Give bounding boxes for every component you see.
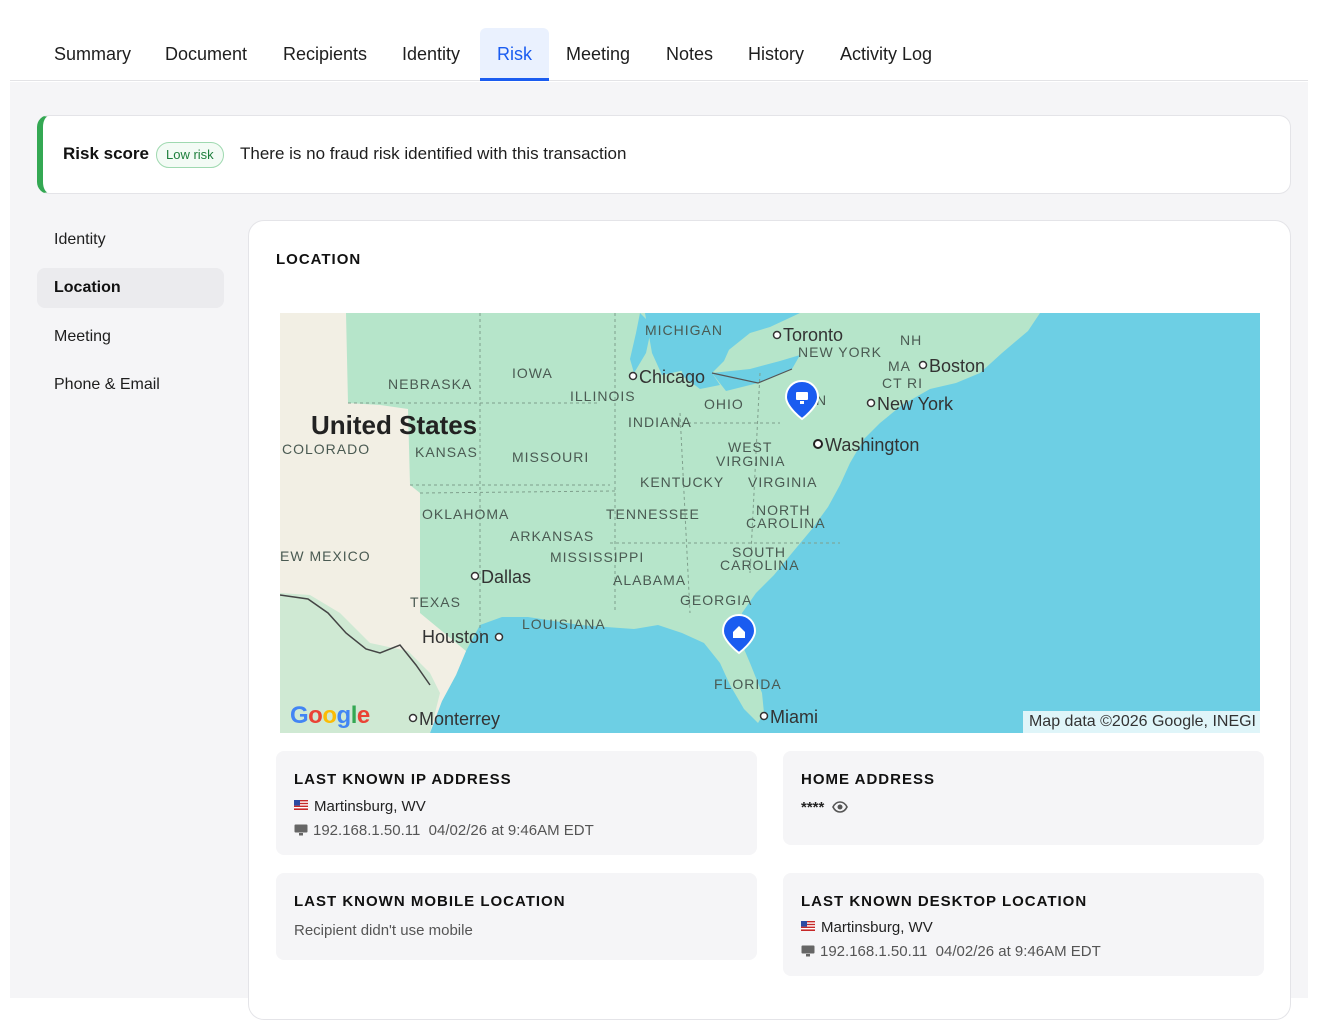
desktop-location-title: LAST KNOWN DESKTOP LOCATION — [801, 893, 1088, 910]
map-label-kentucky: KENTUCKY — [640, 474, 724, 490]
risk-score-title: Risk score — [63, 144, 149, 163]
tab-bar: Summary Document Recipients Identity Ris… — [10, 28, 1308, 81]
map-country-label: United States — [311, 410, 477, 440]
map-label-alabama: ALABAMA — [613, 572, 686, 588]
map-label-nebraska: NEBRASKA — [388, 376, 472, 392]
map-city-washington: Washington — [825, 435, 919, 455]
location-map[interactable]: MICHIGAN NEW YORK NH MA CT RI IOWA NEBRA… — [280, 313, 1260, 733]
map-label-iowa: IOWA — [512, 365, 553, 381]
map-label-colorado: COLORADO — [282, 441, 370, 457]
desktop-ip-value: 192.168.1.50.11 — [820, 943, 928, 960]
tab-summary[interactable]: Summary — [37, 28, 148, 81]
ip-address-title: LAST KNOWN IP ADDRESS — [294, 771, 512, 788]
us-flag-icon — [294, 800, 308, 810]
home-address-card: HOME ADDRESS **** — [783, 751, 1264, 845]
tab-recipients[interactable]: Recipients — [266, 28, 384, 81]
map-label-ma: MA — [888, 358, 911, 374]
desktop-timestamp: 04/02/26 at 9:46AM EDT — [935, 943, 1101, 960]
map-label-texas: TEXAS — [410, 594, 461, 610]
map-label-kansas: KANSAS — [415, 444, 478, 460]
sidebar-item-phone-email[interactable]: Phone & Email — [37, 365, 224, 405]
sidebar-item-identity[interactable]: Identity — [37, 220, 224, 260]
map-label-virginia: VIRGINIA — [748, 474, 817, 490]
map-label-ohio: OHIO — [704, 396, 744, 412]
map-city-dallas: Dallas — [481, 567, 531, 587]
desktop-location: Martinsburg, WV — [801, 919, 933, 936]
map-label-ct: CT — [882, 375, 903, 391]
map-label-georgia: GEORGIA — [680, 592, 752, 608]
map-label-new-mexico: EW MEXICO — [280, 548, 371, 564]
risk-message: There is no fraud risk identified with t… — [240, 144, 627, 163]
eye-icon[interactable] — [832, 799, 849, 815]
map-city-boston: Boston — [929, 356, 985, 376]
map-label-new-york-state: NEW YORK — [798, 344, 882, 360]
map-city-monterrey: Monterrey — [419, 709, 500, 729]
map-label-carolina-north: CAROLINA — [746, 515, 826, 531]
ip-address-card: LAST KNOWN IP ADDRESS Martinsburg, WV 19… — [276, 751, 757, 855]
desktop-device-line: 192.168.1.50.11 04/02/26 at 9:46AM EDT — [801, 943, 1101, 960]
map-label-indiana: INDIANA — [628, 414, 692, 430]
ip-device-line: 192.168.1.50.11 04/02/26 at 9:46AM EDT — [294, 822, 594, 839]
mobile-location-title: LAST KNOWN MOBILE LOCATION — [294, 893, 566, 910]
map-canvas[interactable]: MICHIGAN NEW YORK NH MA CT RI IOWA NEBRA… — [280, 313, 1260, 733]
map-credit: Map data ©2026 Google, INEGI — [1022, 711, 1260, 733]
desktop-location-text: Martinsburg, WV — [821, 919, 933, 936]
ip-location-text: Martinsburg, WV — [314, 798, 426, 815]
location-title: LOCATION — [276, 251, 362, 268]
tab-document[interactable]: Document — [148, 28, 264, 81]
map-label-florida: FLORIDA — [714, 676, 782, 692]
home-address-masked-line: **** — [801, 799, 849, 816]
risk-level-badge: Low risk — [156, 142, 224, 168]
map-label-illinois: ILLINOIS — [570, 388, 636, 404]
tab-risk[interactable]: Risk — [480, 28, 549, 81]
desktop-icon — [294, 824, 308, 836]
map-label-nh: NH — [900, 332, 922, 348]
risk-workspace: Risk score Low risk There is no fraud ri… — [10, 82, 1308, 1020]
map-city-new-york: New York — [877, 394, 954, 414]
map-label-carolina-south: CAROLINA — [720, 557, 800, 573]
desktop-icon — [801, 945, 815, 957]
desktop-location-card: LAST KNOWN DESKTOP LOCATION Martinsburg,… — [783, 873, 1264, 976]
us-flag-icon — [801, 921, 815, 931]
tab-notes[interactable]: Notes — [649, 28, 730, 81]
home-address-title: HOME ADDRESS — [801, 771, 935, 788]
ip-location: Martinsburg, WV — [294, 798, 426, 815]
map-label-ri: RI — [907, 375, 923, 391]
map-city-miami: Miami — [770, 707, 818, 727]
ip-value: 192.168.1.50.11 — [313, 822, 421, 839]
map-label-tennessee: TENNESSEE — [606, 506, 700, 522]
map-label-oklahoma: OKLAHOMA — [422, 506, 509, 522]
map-label-louisiana: LOUISIANA — [522, 616, 606, 632]
home-address-masked: **** — [801, 799, 825, 816]
mobile-location-card: LAST KNOWN MOBILE LOCATION Recipient did… — [276, 873, 757, 960]
mobile-location-status: Recipient didn't use mobile — [294, 922, 473, 939]
tab-activity-log[interactable]: Activity Log — [823, 28, 949, 81]
tab-history[interactable]: History — [731, 28, 821, 81]
map-label-virginia-west: VIRGINIA — [716, 453, 785, 469]
map-label-missouri: MISSOURI — [512, 449, 589, 465]
ip-timestamp: 04/02/26 at 9:46AM EDT — [428, 822, 594, 839]
location-panel: LOCATION MICHIGAN NEW YORK NH MA CT RI I… — [248, 220, 1291, 1020]
map-city-houston: Houston — [422, 627, 489, 647]
map-label-arkansas: ARKANSAS — [510, 528, 594, 544]
sidebar-item-meeting[interactable]: Meeting — [37, 317, 224, 357]
map-city-toronto: Toronto — [783, 325, 843, 345]
tab-meeting[interactable]: Meeting — [549, 28, 647, 81]
sidebar-item-location[interactable]: Location — [37, 268, 224, 308]
map-label-michigan: MICHIGAN — [645, 322, 723, 338]
map-city-chicago: Chicago — [639, 367, 705, 387]
tab-identity[interactable]: Identity — [385, 28, 477, 81]
google-logo: Google — [290, 702, 370, 729]
map-label-mississippi: MISSISSIPPI — [550, 549, 644, 565]
risk-score-card: Risk score Low risk There is no fraud ri… — [37, 115, 1291, 194]
